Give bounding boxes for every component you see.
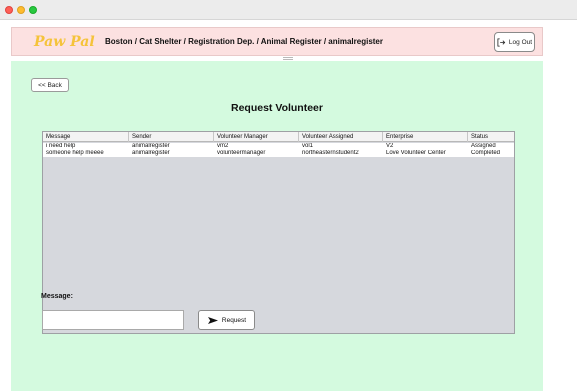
- back-button[interactable]: << Back: [31, 78, 69, 92]
- table-row[interactable]: someone help meeee animalregister volunt…: [43, 150, 514, 157]
- minimize-window-button[interactable]: [17, 6, 25, 14]
- column-header-volunteer-manager[interactable]: Volunteer Manager: [214, 132, 299, 142]
- cell-sender: animalregister: [132, 143, 170, 149]
- cell-enterprise: Love Volunteer Center: [386, 150, 446, 156]
- app-window: Paw Pal Boston / Cat Shelter / Registrat…: [0, 0, 577, 391]
- cell-volunteer-assigned: northeasternstudent2: [302, 150, 359, 156]
- cell-message: someone help meeee: [46, 150, 104, 156]
- column-header-message[interactable]: Message: [43, 132, 129, 142]
- message-input[interactable]: [42, 310, 184, 330]
- logout-label: Log Out: [508, 38, 533, 46]
- cell-status: Completed: [471, 150, 501, 156]
- cell-sender: animalregister: [132, 150, 170, 156]
- cell-volunteer-manager: volunteermanager: [217, 150, 266, 156]
- breadcrumb: Boston / Cat Shelter / Registration Dep.…: [105, 37, 383, 46]
- maximize-window-button[interactable]: [29, 6, 37, 14]
- page-title: Request Volunteer: [231, 102, 323, 114]
- title-bar: [0, 0, 577, 20]
- logout-button[interactable]: Log Out: [494, 32, 535, 52]
- cell-volunteer-manager: vm2: [217, 143, 229, 149]
- main-content: << Back Request Volunteer Message Sender…: [11, 61, 543, 391]
- cell-message: i need help: [46, 143, 76, 149]
- column-header-volunteer-assigned[interactable]: Volunteer Assigned: [299, 132, 383, 142]
- split-pane-divider-grip[interactable]: [283, 57, 293, 60]
- request-label: Request: [221, 316, 247, 324]
- column-header-status[interactable]: Status: [468, 132, 514, 142]
- request-button[interactable]: Request: [198, 310, 255, 330]
- send-arrow-icon: [207, 316, 218, 324]
- logout-arrow-icon: [497, 37, 506, 47]
- cell-volunteer-assigned: vol1: [302, 143, 314, 149]
- message-label: Message:: [41, 293, 73, 300]
- column-header-enterprise[interactable]: Enterprise: [383, 132, 468, 142]
- close-window-button[interactable]: [5, 6, 13, 14]
- table-header: Message Sender Volunteer Manager Volunte…: [43, 132, 514, 142]
- column-header-sender[interactable]: Sender: [129, 132, 214, 142]
- cell-status: Assigned: [471, 143, 496, 149]
- header-bar: Paw Pal Boston / Cat Shelter / Registrat…: [11, 27, 543, 56]
- cell-enterprise: V2: [386, 143, 394, 149]
- requests-table[interactable]: Message Sender Volunteer Manager Volunte…: [42, 131, 515, 334]
- app-logo: Paw Pal: [34, 34, 95, 50]
- window-margin: [543, 21, 577, 391]
- table-row[interactable]: i need help animalregister vm2 vol1 V2 A…: [43, 143, 514, 150]
